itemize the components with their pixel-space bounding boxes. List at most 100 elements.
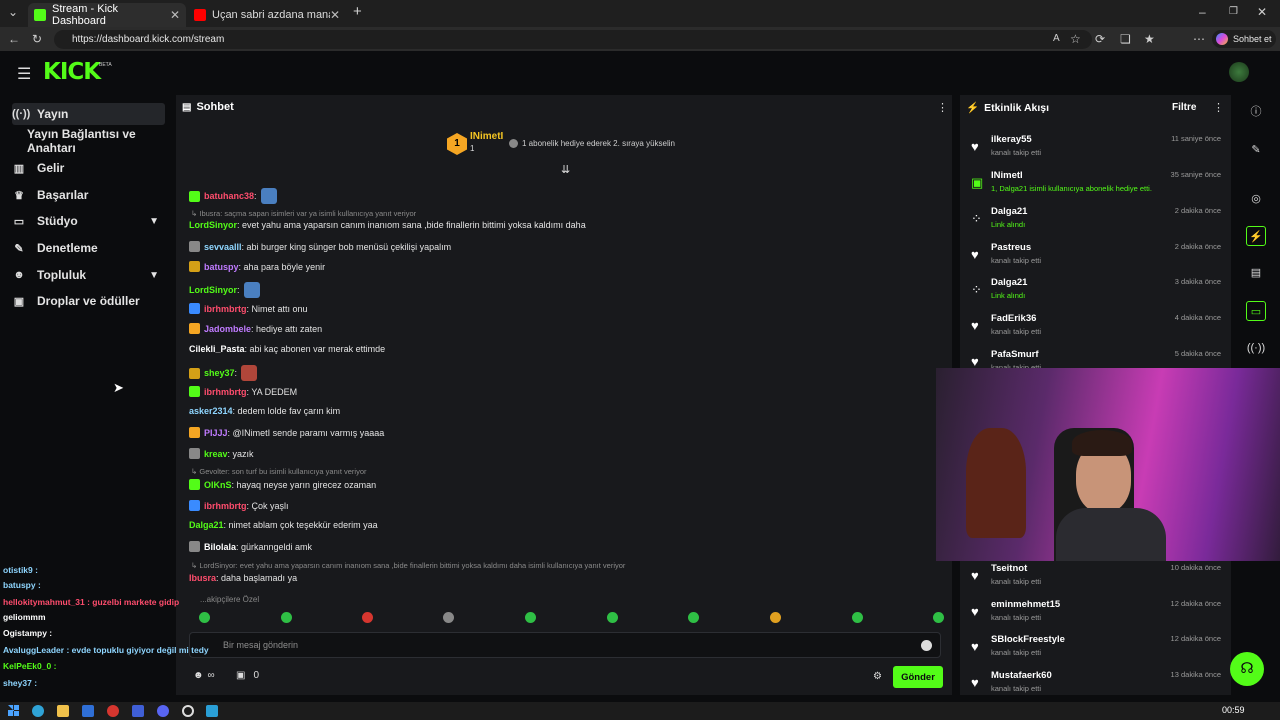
event-user[interactable]: ilkeray55 [991, 134, 1032, 145]
settings-icon[interactable]: ⚙ [873, 671, 882, 682]
event-user[interactable]: eminmehmet15 [991, 599, 1060, 610]
chat-input[interactable]: Bir mesaj gönderin [189, 632, 941, 658]
event-user[interactable]: FadErik36 [991, 313, 1036, 324]
event-user[interactable]: INimetI [991, 170, 1023, 181]
emote-icon[interactable] [933, 612, 944, 623]
activity-event[interactable]: ♥ SBlockFreestyle kanalı takip etti 12 daki… [968, 631, 1226, 665]
chat-username[interactable]: Jadombele [204, 324, 251, 334]
chat-username[interactable]: LordSinyor [189, 220, 237, 230]
favorites-bar-icon[interactable]: ★ [1144, 27, 1155, 51]
chat-username[interactable]: ibrhmbrtg [204, 387, 247, 397]
emoji-icon[interactable] [921, 639, 932, 651]
emote-icon[interactable] [607, 612, 618, 623]
read-aloud-icon[interactable]: A [1053, 27, 1060, 51]
app-icon[interactable] [107, 705, 119, 717]
event-user[interactable]: Tseitnot [991, 563, 1027, 574]
chat-username[interactable]: PIJJJ [204, 428, 228, 438]
chat-username[interactable]: batuspy [204, 262, 239, 272]
activity-event[interactable]: ♥ eminmehmet15 kanalı takip etti 12 dakika … [968, 596, 1226, 630]
discord-icon[interactable] [157, 705, 169, 717]
support-button[interactable]: ☊ [1230, 652, 1264, 686]
document-icon[interactable]: ▤ [1246, 263, 1266, 283]
emote-icon[interactable] [770, 612, 781, 623]
activity-event[interactable]: ♥ Tseitnot kanalı takip etti 10 dakika önce [968, 560, 1226, 594]
activity-event[interactable]: ⁘ Dalga21 Link alındı 3 dakika önce [968, 274, 1226, 308]
menu-icon[interactable]: ☰ [17, 64, 31, 84]
filter-button[interactable]: Filtre [1172, 102, 1196, 113]
event-user[interactable]: Mustafaerk60 [991, 670, 1052, 681]
app-icon[interactable] [206, 705, 218, 717]
activity-toggle-icon[interactable]: ⚡ [1246, 226, 1266, 246]
emote-icon[interactable] [688, 612, 699, 623]
close-icon[interactable]: ✕ [330, 8, 340, 22]
chat-username[interactable]: kreav [204, 449, 228, 459]
pinned-user[interactable]: INimetI [470, 131, 503, 142]
more-icon[interactable]: ⋯ [1193, 27, 1205, 51]
chat-username[interactable]: Bilolala [204, 542, 236, 552]
close-icon[interactable]: ✕ [170, 8, 180, 22]
edge-icon[interactable] [32, 705, 44, 717]
activity-event[interactable]: ♥ FadErik36 kanalı takip etti 4 dakika önce [968, 310, 1226, 344]
chat-username[interactable]: sevvaalll [204, 242, 242, 252]
app-icon[interactable] [132, 705, 144, 717]
extension-icon[interactable]: ⟳ [1095, 27, 1105, 51]
chat-username[interactable]: OIKnS [204, 480, 232, 490]
chat-username[interactable]: ibrhmbrtg [204, 501, 247, 511]
activity-options-icon[interactable]: ⋮ [1213, 101, 1224, 114]
event-user[interactable]: Pastreus [991, 242, 1031, 253]
event-user[interactable]: Dalga21 [991, 206, 1027, 217]
new-tab-icon[interactable]: + [353, 0, 362, 24]
back-icon[interactable]: ← [8, 27, 20, 51]
maximize-icon[interactable]: ❐ [1229, 0, 1238, 24]
emote-icon[interactable] [199, 612, 210, 623]
window-close-icon[interactable]: ✕ [1257, 0, 1267, 24]
chat-username[interactable]: shey37 [204, 368, 235, 378]
chat-username[interactable]: Cilekli_Pasta [189, 344, 245, 354]
app-icon[interactable] [82, 705, 94, 717]
chat-toggle-icon[interactable]: ▭ [1246, 301, 1266, 321]
collections-icon[interactable]: ❏ [1120, 27, 1131, 51]
favorite-icon[interactable]: ☆ [1070, 27, 1081, 51]
tab-youtube[interactable]: Uçan sabri azdana mananga - You ✕ [188, 3, 346, 27]
activity-event[interactable]: ⁘ Dalga21 Link alındı 2 dakika önce [968, 203, 1226, 237]
sidebar-item-denetleme[interactable]: ✎ Denetleme [12, 237, 165, 259]
windows-start-icon[interactable] [8, 705, 19, 716]
obs-icon[interactable] [182, 705, 194, 717]
copilot-button[interactable]: Sohbet et [1212, 30, 1276, 48]
tab-kick-dashboard[interactable]: Stream - Kick Dashboard ✕ [28, 3, 186, 27]
sidebar-item-studyo[interactable]: ▭ Stüdyo ▼ [12, 210, 165, 232]
chat-username[interactable]: Ibusra [189, 573, 216, 583]
camera-icon[interactable]: ◎ [1246, 189, 1266, 209]
sidebar-item-gelir[interactable]: ▥ Gelir [12, 157, 165, 179]
user-avatar[interactable] [1229, 62, 1249, 82]
broadcast-icon[interactable]: ((·)) [1246, 338, 1266, 358]
chat-username[interactable]: ibrhmbrtg [204, 304, 247, 314]
scroll-down-icon[interactable]: ⇊ [561, 163, 570, 176]
emote-icon[interactable] [852, 612, 863, 623]
kick-logo[interactable]: KICK [43, 59, 101, 85]
reload-icon[interactable]: ↻ [32, 27, 42, 51]
emote-icon[interactable] [281, 612, 292, 623]
tab-list-icon[interactable]: ⌄ [8, 0, 18, 24]
info-icon[interactable]: ⓘ [1246, 102, 1266, 122]
event-user[interactable]: Dalga21 [991, 277, 1027, 288]
chat-options-icon[interactable]: ⋮ [937, 101, 948, 114]
sidebar-item-droplar[interactable]: ▣ Droplar ve ödüller [12, 290, 165, 312]
send-button[interactable]: Gönder [893, 666, 943, 688]
chat-username[interactable]: asker2314 [189, 406, 233, 416]
event-user[interactable]: PafaSmurf [991, 349, 1039, 360]
sidebar-item-stream-key[interactable]: Yayın Bağlantısı ve Anahtarı [27, 127, 172, 155]
activity-event[interactable]: ♥ Mustafaerk60 kanalı takip etti 13 dakika … [968, 667, 1226, 701]
sidebar-item-topluluk[interactable]: ☻ Topluluk ▼ [12, 264, 165, 286]
minimize-icon[interactable]: – [1199, 0, 1206, 24]
emote-icon[interactable] [362, 612, 373, 623]
file-explorer-icon[interactable] [57, 705, 69, 717]
url-field[interactable]: https://dashboard.kick.com/stream [54, 30, 1092, 49]
sidebar-item-yayin[interactable]: ((·)) Yayın [12, 103, 165, 125]
event-user[interactable]: SBlockFreestyle [991, 634, 1065, 645]
sidebar-item-basarilar[interactable]: ♛ Başarılar [12, 184, 165, 206]
emote-icon[interactable] [443, 612, 454, 623]
chat-username[interactable]: batuhanc38 [204, 191, 254, 201]
chat-username[interactable]: Dalga21 [189, 520, 224, 530]
edit-icon[interactable]: ✎ [1246, 140, 1266, 160]
